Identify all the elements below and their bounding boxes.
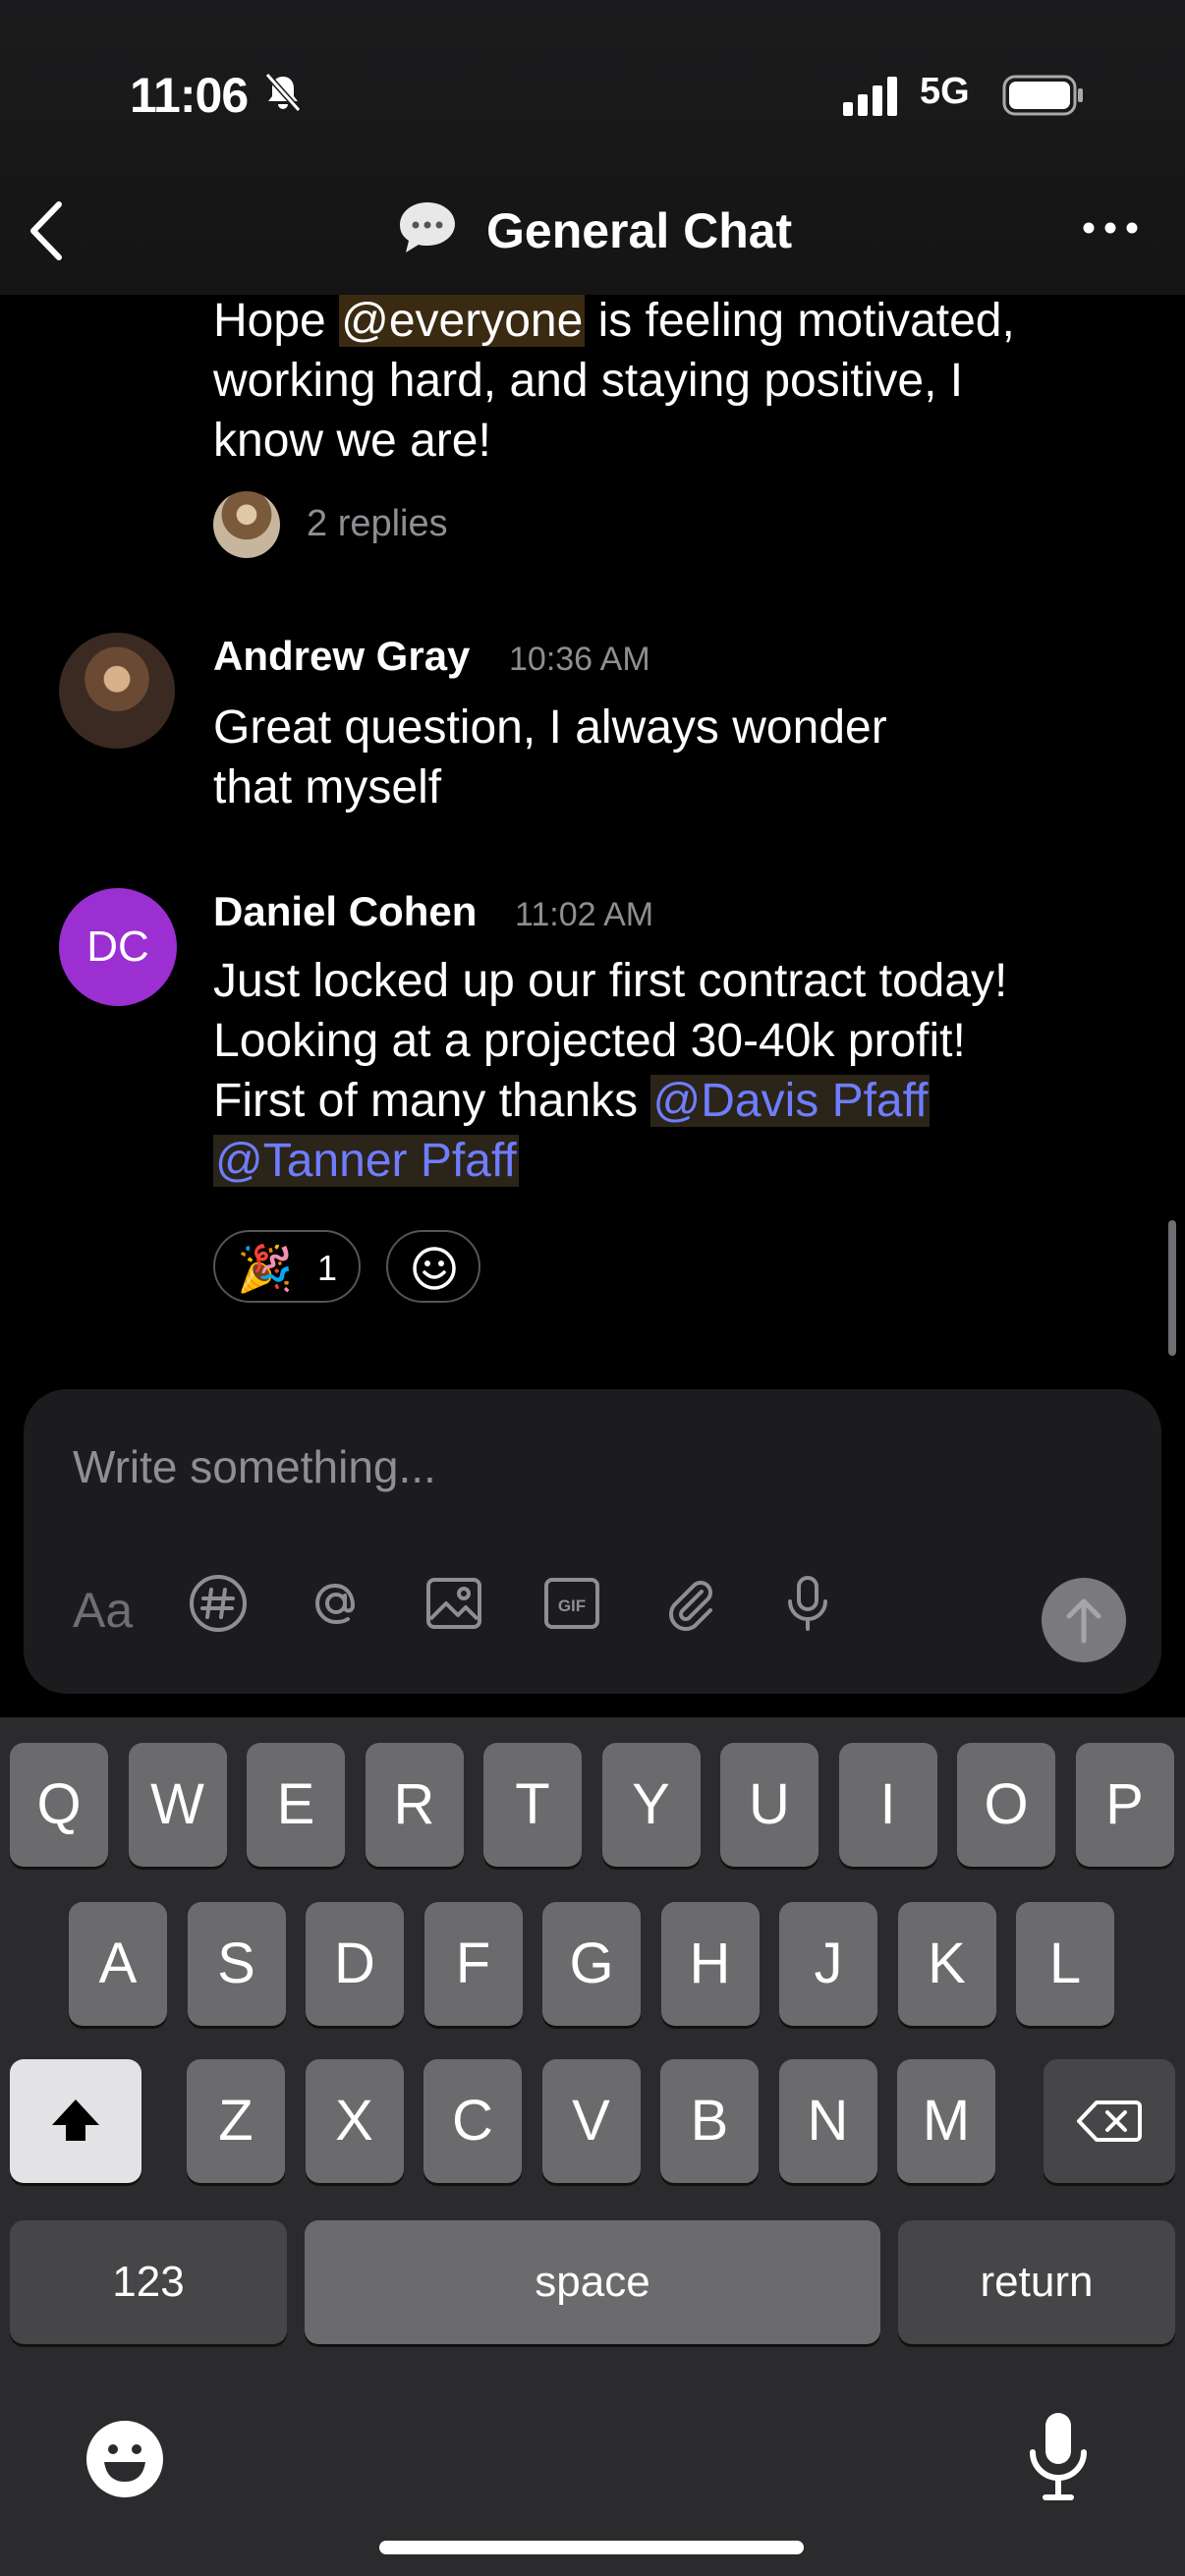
voice-message-button[interactable] (776, 1572, 839, 1635)
key-v[interactable]: V (541, 2059, 641, 2183)
key-l[interactable]: L (1016, 1902, 1114, 2026)
gif-button[interactable]: GIF (540, 1572, 603, 1635)
top-bar: 11:06 5G General Chat (0, 0, 1185, 295)
key-h[interactable]: H (660, 1902, 760, 2026)
home-indicator[interactable] (379, 2541, 804, 2554)
key-s[interactable]: S (187, 1902, 286, 2026)
chat-title: General Chat (486, 203, 793, 258)
return-key[interactable]: return (898, 2220, 1175, 2344)
shift-arrow-icon (52, 2100, 99, 2141)
mention-everyone[interactable]: @everyone (339, 295, 586, 347)
numbers-key[interactable]: 123 (10, 2220, 287, 2344)
image-button[interactable] (423, 1572, 485, 1635)
key-j[interactable]: J (779, 1902, 877, 2026)
key-m[interactable]: M (897, 2059, 995, 2183)
mention-icon (314, 1583, 356, 1625)
reaction-party-popper[interactable]: 🎉 1 (213, 1230, 361, 1303)
sender-name[interactable]: Daniel Cohen (213, 888, 477, 935)
avatar-daniel-cohen[interactable]: DC (59, 888, 177, 1006)
gif-icon: GIF (544, 1578, 599, 1629)
key-q[interactable]: Q (10, 1743, 108, 1867)
paperclip-icon (669, 1581, 712, 1631)
key-a[interactable]: A (69, 1902, 167, 2026)
key-e[interactable]: E (247, 1743, 345, 1867)
battery-icon (1002, 75, 1083, 116)
message-composer: Write something... Aa GIF (24, 1389, 1161, 1694)
key-i[interactable]: I (838, 1743, 937, 1867)
key-w[interactable]: W (128, 1743, 227, 1867)
back-chevron-icon[interactable] (22, 196, 71, 265)
key-r[interactable]: R (365, 1743, 464, 1867)
reaction-count: 1 (317, 1248, 338, 1288)
attach-button[interactable] (658, 1572, 721, 1635)
mention-davis-pfaff[interactable]: @Davis Pfaff (650, 1075, 931, 1127)
message-body: Great question, I always wonder that mys… (213, 701, 887, 813)
reply-avatar (213, 491, 280, 558)
shift-key[interactable] (10, 2059, 141, 2183)
arrow-up-icon (1066, 1598, 1101, 1644)
signal-icon (843, 77, 897, 116)
svg-text:GIF: GIF (558, 1596, 586, 1615)
add-reaction-button[interactable] (386, 1230, 480, 1303)
key-f[interactable]: F (423, 1902, 523, 2026)
sender-name[interactable]: Andrew Gray (213, 633, 470, 680)
text-format-button[interactable]: Aa (73, 1582, 133, 1639)
key-p[interactable]: P (1075, 1743, 1174, 1867)
send-button[interactable] (1042, 1578, 1126, 1662)
message-input[interactable]: Write something... (73, 1440, 436, 1493)
message-timestamp: 11:02 AM (515, 896, 654, 933)
key-t[interactable]: T (483, 1743, 582, 1867)
key-x[interactable]: X (305, 2059, 404, 2183)
key-g[interactable]: G (542, 1902, 641, 2026)
mention-tanner-pfaff[interactable]: @Tanner Pfaff (213, 1135, 519, 1187)
avatar-andrew-gray[interactable] (59, 633, 175, 749)
key-d[interactable]: D (306, 1902, 404, 2026)
hashtag-icon (190, 1575, 247, 1632)
message-timestamp: 10:36 AM (509, 641, 650, 678)
status-time: 11:06 (130, 68, 249, 123)
message-body: Hope @everyone is feeling motivated, wor… (213, 295, 1015, 467)
backspace-key[interactable] (1044, 2059, 1175, 2183)
backspace-icon (1077, 2100, 1142, 2142)
key-b[interactable]: B (660, 2059, 759, 2183)
scrollbar[interactable] (1168, 1220, 1176, 1356)
more-options-icon[interactable] (1081, 218, 1140, 238)
party-popper-icon: 🎉 (237, 1243, 294, 1294)
dictation-microphone-icon[interactable] (1024, 2409, 1093, 2503)
key-n[interactable]: N (778, 2059, 877, 2183)
silent-bell-icon (264, 73, 302, 112)
key-z[interactable]: Z (187, 2059, 285, 2183)
key-y[interactable]: Y (601, 1743, 701, 1867)
message-list[interactable]: Hope @everyone is feeling motivated, wor… (0, 295, 1185, 1375)
chat-bubble-icon (400, 202, 455, 252)
microphone-icon (788, 1576, 827, 1631)
hashtag-button[interactable] (187, 1572, 250, 1635)
key-c[interactable]: C (423, 2059, 522, 2183)
message-body: Just locked up our first contract today!… (213, 955, 1008, 1187)
key-u[interactable]: U (720, 1743, 818, 1867)
key-k[interactable]: K (897, 1902, 996, 2026)
emoji-keyboard-icon[interactable] (85, 2419, 165, 2499)
network-label: 5G (920, 71, 970, 112)
image-icon (426, 1578, 481, 1629)
thread-replies-link[interactable]: 2 replies (307, 503, 448, 545)
on-screen-keyboard: QWERTYUIOP ASDFGHJKL ZXCVBNM 123 space r… (0, 1717, 1185, 2576)
space-key[interactable]: space (305, 2220, 880, 2344)
smiley-icon (413, 1247, 456, 1290)
mention-button[interactable] (305, 1572, 367, 1635)
key-o[interactable]: O (957, 1743, 1055, 1867)
